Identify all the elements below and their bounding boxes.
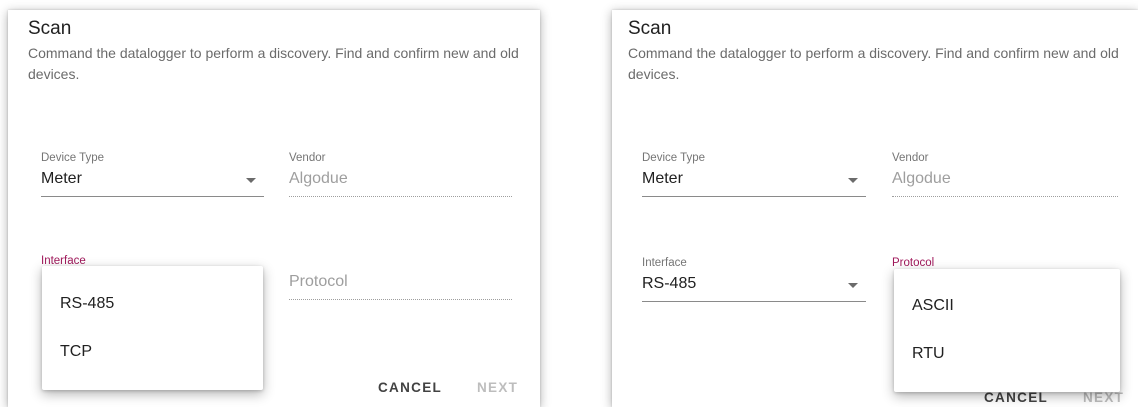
interface-label: Interface xyxy=(642,257,687,269)
dropdown-arrow-icon xyxy=(848,283,858,288)
protocol-placeholder: Protocol xyxy=(289,273,348,290)
next-button[interactable]: NEXT xyxy=(1083,390,1124,405)
dropdown-arrow-icon xyxy=(848,178,858,183)
dialog-description: Command the datalogger to perform a disc… xyxy=(628,45,1119,82)
device-type-underline xyxy=(41,196,264,197)
device-type-select[interactable]: Device Type Meter xyxy=(41,152,264,198)
vendor-label: Vendor xyxy=(289,152,326,164)
device-type-value: Meter xyxy=(642,170,683,187)
protocol-underline xyxy=(289,299,512,300)
menu-item-rtu[interactable]: RTU xyxy=(894,330,1120,378)
interface-underline xyxy=(642,301,866,302)
device-type-value: Meter xyxy=(41,170,82,187)
cancel-button[interactable]: CANCEL xyxy=(984,390,1048,405)
next-button[interactable]: NEXT xyxy=(477,380,518,395)
vendor-label: Vendor xyxy=(892,152,929,164)
dropdown-arrow-icon xyxy=(246,178,256,183)
scan-dialog-interface-open: Scan Command the datalogger to perform a… xyxy=(8,10,540,407)
dialog-title: Scan xyxy=(628,18,672,39)
vendor-select: Vendor Algodue xyxy=(892,152,1118,198)
device-type-select[interactable]: Device Type Meter xyxy=(642,152,866,198)
device-type-underline xyxy=(642,196,866,197)
menu-item-tcp[interactable]: TCP xyxy=(42,328,263,376)
vendor-select: Vendor Algodue xyxy=(289,152,512,198)
vendor-value: Algodue xyxy=(289,170,348,187)
interface-select[interactable]: Interface RS-485 xyxy=(642,257,866,303)
interface-value: RS-485 xyxy=(642,275,697,292)
vendor-value: Algodue xyxy=(892,170,951,187)
vendor-underline xyxy=(289,196,512,197)
dialog-actions: CANCEL NEXT xyxy=(612,390,1138,407)
protocol-label: Protocol xyxy=(892,257,935,269)
device-type-label: Device Type xyxy=(642,152,706,164)
menu-item-ascii[interactable]: ASCII xyxy=(894,282,1120,330)
menu-item-rs485[interactable]: RS-485 xyxy=(42,280,263,328)
vendor-underline xyxy=(892,196,1118,197)
scan-dialog-protocol-open: Scan Command the datalogger to perform a… xyxy=(612,10,1138,407)
dialog-description: Command the datalogger to perform a disc… xyxy=(28,45,519,82)
dialog-title: Scan xyxy=(28,18,72,39)
device-type-label: Device Type xyxy=(41,152,105,164)
protocol-select: Protocol xyxy=(289,255,512,301)
cancel-button[interactable]: CANCEL xyxy=(378,380,442,395)
protocol-dropdown-menu: ASCII RTU xyxy=(894,269,1120,392)
interface-dropdown-menu: RS-485 TCP xyxy=(42,266,263,390)
